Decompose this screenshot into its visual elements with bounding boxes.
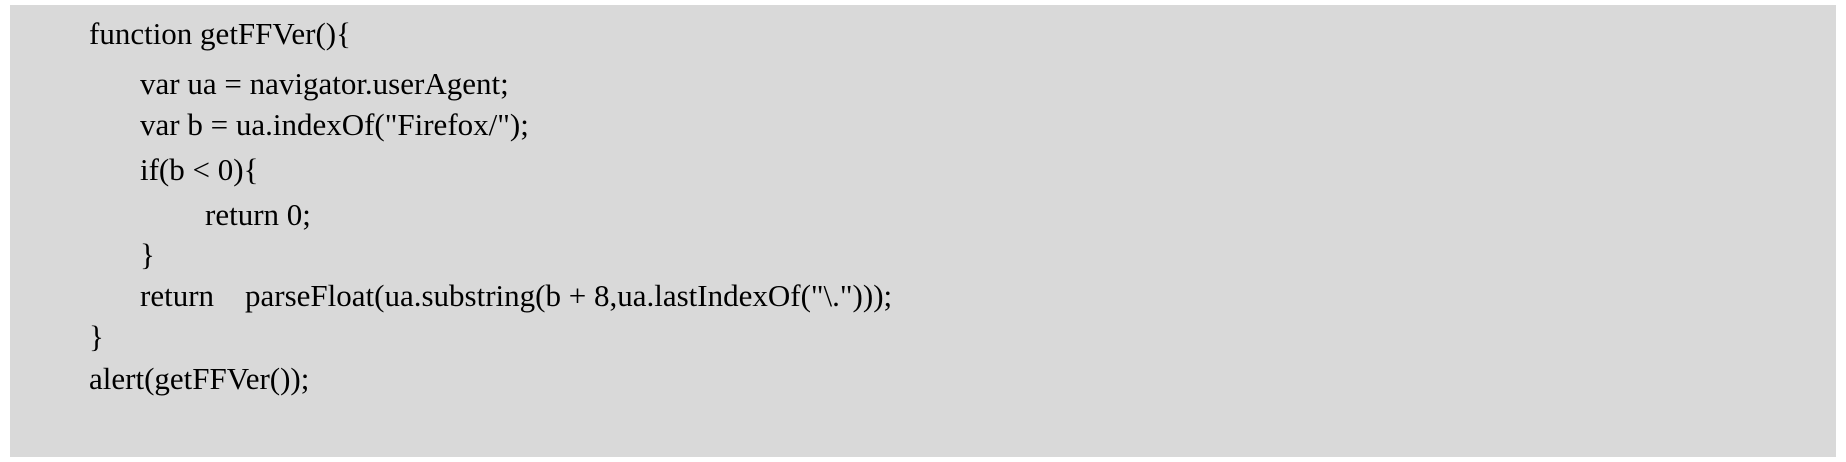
code-line: alert(getFFVer());: [89, 361, 310, 396]
code-line: function getFFVer(){: [89, 16, 351, 51]
code-line: if(b < 0){: [140, 152, 259, 187]
code-block: function getFFVer(){ var ua = navigator.…: [10, 5, 1836, 457]
code-line: return 0;: [205, 197, 311, 232]
code-line: var b = ua.indexOf("Firefox/");: [140, 107, 529, 142]
code-line: return parseFloat(ua.substring(b + 8,ua.…: [140, 278, 893, 313]
